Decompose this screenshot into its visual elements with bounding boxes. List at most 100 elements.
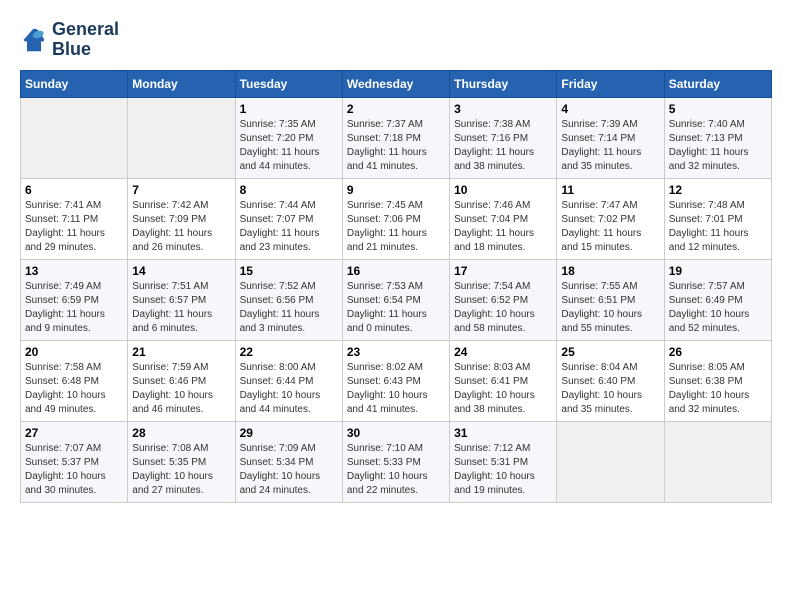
day-detail: Sunrise: 8:03 AMSunset: 6:41 PMDaylight:…: [454, 361, 552, 417]
col-monday: Monday: [128, 70, 235, 97]
day-detail: Sunrise: 8:05 AMSunset: 6:38 PMDaylight:…: [669, 361, 767, 417]
calendar-table: Sunday Monday Tuesday Wednesday Thursday…: [20, 70, 772, 503]
day-detail: Sunrise: 7:08 AMSunset: 5:35 PMDaylight:…: [132, 442, 230, 498]
day-number: 15: [240, 264, 338, 278]
calendar-day-cell: 8 Sunrise: 7:44 AMSunset: 7:07 PMDayligh…: [235, 178, 342, 259]
day-detail: Sunrise: 7:42 AMSunset: 7:09 PMDaylight:…: [132, 199, 230, 255]
day-detail: Sunrise: 8:00 AMSunset: 6:44 PMDaylight:…: [240, 361, 338, 417]
page-header: General Blue: [20, 20, 772, 60]
day-number: 13: [25, 264, 123, 278]
day-detail: Sunrise: 7:40 AMSunset: 7:13 PMDaylight:…: [669, 118, 767, 174]
day-detail: Sunrise: 7:35 AMSunset: 7:20 PMDaylight:…: [240, 118, 338, 174]
day-number: 19: [669, 264, 767, 278]
day-detail: Sunrise: 7:49 AMSunset: 6:59 PMDaylight:…: [25, 280, 123, 336]
day-number: 12: [669, 183, 767, 197]
calendar-day-cell: 9 Sunrise: 7:45 AMSunset: 7:06 PMDayligh…: [342, 178, 449, 259]
day-detail: Sunrise: 7:10 AMSunset: 5:33 PMDaylight:…: [347, 442, 445, 498]
day-detail: Sunrise: 7:41 AMSunset: 7:11 PMDaylight:…: [25, 199, 123, 255]
calendar-day-cell: 11 Sunrise: 7:47 AMSunset: 7:02 PMDaylig…: [557, 178, 664, 259]
day-number: 16: [347, 264, 445, 278]
day-detail: Sunrise: 7:47 AMSunset: 7:02 PMDaylight:…: [561, 199, 659, 255]
calendar-day-cell: 13 Sunrise: 7:49 AMSunset: 6:59 PMDaylig…: [21, 259, 128, 340]
calendar-day-cell: 31 Sunrise: 7:12 AMSunset: 5:31 PMDaylig…: [450, 421, 557, 502]
day-number: 24: [454, 345, 552, 359]
col-thursday: Thursday: [450, 70, 557, 97]
calendar-day-cell: 20 Sunrise: 7:58 AMSunset: 6:48 PMDaylig…: [21, 340, 128, 421]
col-friday: Friday: [557, 70, 664, 97]
calendar-day-cell: 22 Sunrise: 8:00 AMSunset: 6:44 PMDaylig…: [235, 340, 342, 421]
day-number: 3: [454, 102, 552, 116]
calendar-header-row: Sunday Monday Tuesday Wednesday Thursday…: [21, 70, 772, 97]
calendar-day-cell: 18 Sunrise: 7:55 AMSunset: 6:51 PMDaylig…: [557, 259, 664, 340]
calendar-day-cell: 29 Sunrise: 7:09 AMSunset: 5:34 PMDaylig…: [235, 421, 342, 502]
col-saturday: Saturday: [664, 70, 771, 97]
logo-text: General Blue: [52, 20, 119, 60]
calendar-day-cell: 23 Sunrise: 8:02 AMSunset: 6:43 PMDaylig…: [342, 340, 449, 421]
day-number: 17: [454, 264, 552, 278]
day-detail: Sunrise: 7:51 AMSunset: 6:57 PMDaylight:…: [132, 280, 230, 336]
calendar-day-cell: 7 Sunrise: 7:42 AMSunset: 7:09 PMDayligh…: [128, 178, 235, 259]
calendar-day-cell: 12 Sunrise: 7:48 AMSunset: 7:01 PMDaylig…: [664, 178, 771, 259]
day-detail: Sunrise: 7:57 AMSunset: 6:49 PMDaylight:…: [669, 280, 767, 336]
day-detail: Sunrise: 8:04 AMSunset: 6:40 PMDaylight:…: [561, 361, 659, 417]
col-tuesday: Tuesday: [235, 70, 342, 97]
day-detail: Sunrise: 7:48 AMSunset: 7:01 PMDaylight:…: [669, 199, 767, 255]
calendar-day-cell: [21, 97, 128, 178]
col-wednesday: Wednesday: [342, 70, 449, 97]
calendar-week-row: 1 Sunrise: 7:35 AMSunset: 7:20 PMDayligh…: [21, 97, 772, 178]
day-detail: Sunrise: 7:45 AMSunset: 7:06 PMDaylight:…: [347, 199, 445, 255]
day-detail: Sunrise: 7:37 AMSunset: 7:18 PMDaylight:…: [347, 118, 445, 174]
day-detail: Sunrise: 7:59 AMSunset: 6:46 PMDaylight:…: [132, 361, 230, 417]
day-number: 8: [240, 183, 338, 197]
day-number: 14: [132, 264, 230, 278]
day-number: 20: [25, 345, 123, 359]
calendar-day-cell: 14 Sunrise: 7:51 AMSunset: 6:57 PMDaylig…: [128, 259, 235, 340]
day-detail: Sunrise: 7:58 AMSunset: 6:48 PMDaylight:…: [25, 361, 123, 417]
calendar-day-cell: 1 Sunrise: 7:35 AMSunset: 7:20 PMDayligh…: [235, 97, 342, 178]
calendar-day-cell: 2 Sunrise: 7:37 AMSunset: 7:18 PMDayligh…: [342, 97, 449, 178]
day-number: 27: [25, 426, 123, 440]
day-number: 18: [561, 264, 659, 278]
day-detail: Sunrise: 7:44 AMSunset: 7:07 PMDaylight:…: [240, 199, 338, 255]
calendar-day-cell: 3 Sunrise: 7:38 AMSunset: 7:16 PMDayligh…: [450, 97, 557, 178]
day-detail: Sunrise: 7:54 AMSunset: 6:52 PMDaylight:…: [454, 280, 552, 336]
day-number: 1: [240, 102, 338, 116]
day-number: 22: [240, 345, 338, 359]
day-number: 9: [347, 183, 445, 197]
calendar-week-row: 20 Sunrise: 7:58 AMSunset: 6:48 PMDaylig…: [21, 340, 772, 421]
day-detail: Sunrise: 8:02 AMSunset: 6:43 PMDaylight:…: [347, 361, 445, 417]
calendar-day-cell: 5 Sunrise: 7:40 AMSunset: 7:13 PMDayligh…: [664, 97, 771, 178]
calendar-week-row: 13 Sunrise: 7:49 AMSunset: 6:59 PMDaylig…: [21, 259, 772, 340]
calendar-day-cell: 17 Sunrise: 7:54 AMSunset: 6:52 PMDaylig…: [450, 259, 557, 340]
day-number: 11: [561, 183, 659, 197]
calendar-day-cell: [557, 421, 664, 502]
calendar-day-cell: [664, 421, 771, 502]
day-detail: Sunrise: 7:07 AMSunset: 5:37 PMDaylight:…: [25, 442, 123, 498]
day-number: 28: [132, 426, 230, 440]
day-detail: Sunrise: 7:39 AMSunset: 7:14 PMDaylight:…: [561, 118, 659, 174]
logo-icon: [20, 26, 48, 54]
calendar-day-cell: 24 Sunrise: 8:03 AMSunset: 6:41 PMDaylig…: [450, 340, 557, 421]
day-detail: Sunrise: 7:52 AMSunset: 6:56 PMDaylight:…: [240, 280, 338, 336]
calendar-day-cell: 15 Sunrise: 7:52 AMSunset: 6:56 PMDaylig…: [235, 259, 342, 340]
calendar-day-cell: [128, 97, 235, 178]
day-number: 26: [669, 345, 767, 359]
calendar-day-cell: 25 Sunrise: 8:04 AMSunset: 6:40 PMDaylig…: [557, 340, 664, 421]
day-number: 4: [561, 102, 659, 116]
day-number: 30: [347, 426, 445, 440]
day-number: 29: [240, 426, 338, 440]
day-detail: Sunrise: 7:53 AMSunset: 6:54 PMDaylight:…: [347, 280, 445, 336]
day-number: 6: [25, 183, 123, 197]
calendar-week-row: 27 Sunrise: 7:07 AMSunset: 5:37 PMDaylig…: [21, 421, 772, 502]
col-sunday: Sunday: [21, 70, 128, 97]
day-number: 7: [132, 183, 230, 197]
day-number: 5: [669, 102, 767, 116]
logo: General Blue: [20, 20, 119, 60]
calendar-week-row: 6 Sunrise: 7:41 AMSunset: 7:11 PMDayligh…: [21, 178, 772, 259]
calendar-day-cell: 26 Sunrise: 8:05 AMSunset: 6:38 PMDaylig…: [664, 340, 771, 421]
calendar-day-cell: 6 Sunrise: 7:41 AMSunset: 7:11 PMDayligh…: [21, 178, 128, 259]
day-detail: Sunrise: 7:55 AMSunset: 6:51 PMDaylight:…: [561, 280, 659, 336]
day-number: 31: [454, 426, 552, 440]
calendar-day-cell: 30 Sunrise: 7:10 AMSunset: 5:33 PMDaylig…: [342, 421, 449, 502]
day-number: 21: [132, 345, 230, 359]
